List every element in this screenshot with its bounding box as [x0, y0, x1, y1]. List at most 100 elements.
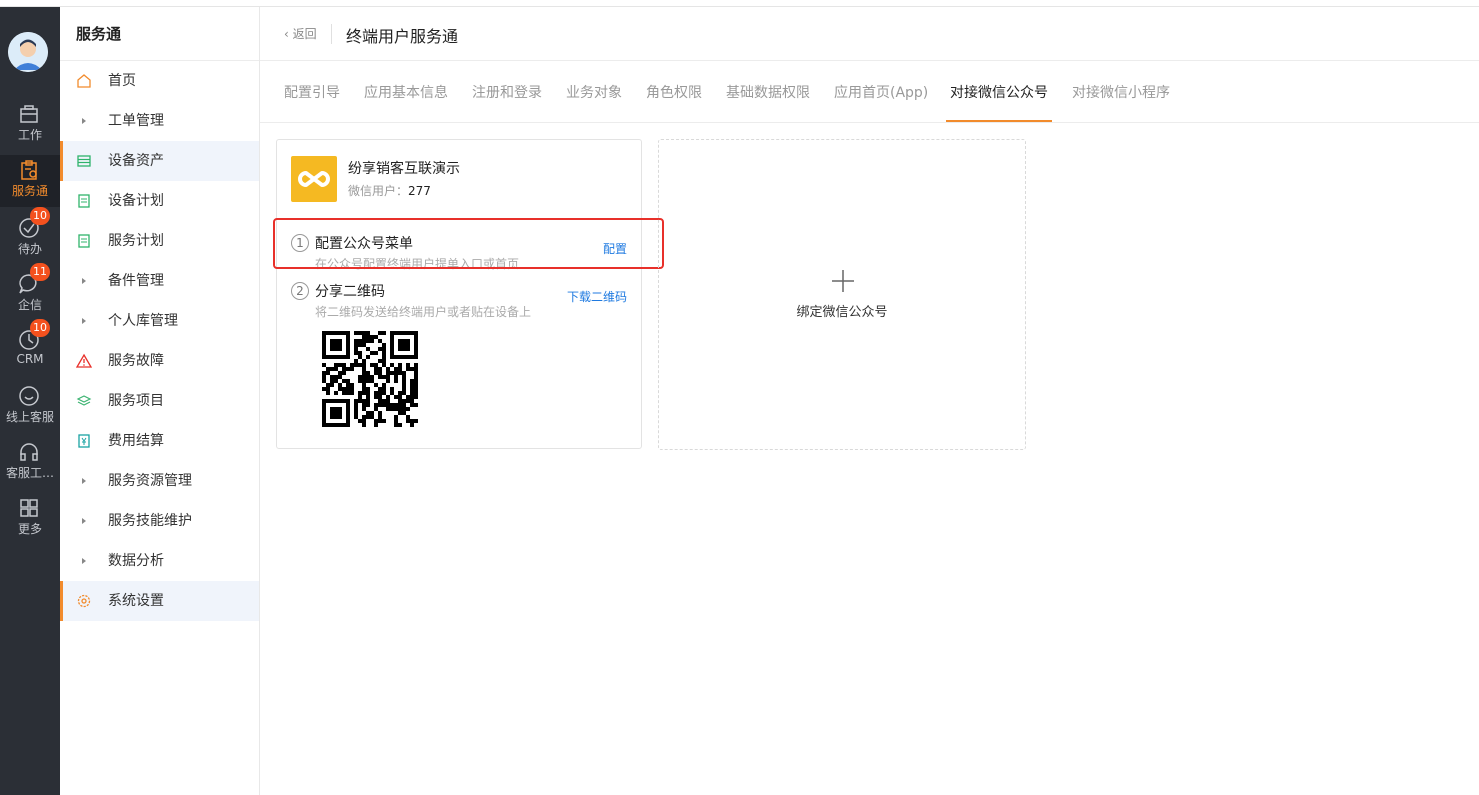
sidebar-item-label: 服务资源管理	[108, 473, 192, 489]
rail-item-label: 待办	[17, 242, 42, 256]
users-count: 277	[408, 184, 431, 198]
chevron-left-icon: ‹	[284, 27, 289, 41]
sidebar-item-label: 服务计划	[108, 233, 164, 249]
sidebar-item-service-faults[interactable]: 服务故障	[60, 341, 259, 381]
back-label: 返回	[292, 27, 317, 41]
grid-icon	[20, 499, 38, 517]
sidebar-title: 服务通	[76, 25, 122, 43]
caret-right-icon	[82, 558, 86, 564]
active-tab-indicator	[946, 120, 1052, 122]
step-2-number: 2	[291, 282, 309, 300]
step-2-description: 将二维码发送给终端用户或者贴在设备上	[315, 305, 532, 319]
tab-basic-info[interactable]: 应用基本信息	[364, 82, 448, 102]
rail-item-label: CRM	[16, 352, 44, 366]
rail-item-more[interactable]: 更多	[0, 493, 60, 545]
tab-registration-login[interactable]: 注册和登录	[472, 82, 542, 102]
caret-right-icon	[82, 478, 86, 484]
rail-item-label: 线上客服	[5, 410, 54, 424]
sidebar-item-spare-parts[interactable]: 备件管理	[60, 261, 259, 301]
rail-item-service[interactable]: 服务通	[0, 155, 60, 207]
step-2-title: 分享二维码	[315, 284, 385, 300]
todo-count-badge: 10	[30, 207, 50, 225]
caret-right-icon	[82, 518, 86, 524]
window-top-bar	[0, 0, 1479, 7]
crm-count-badge: 10	[30, 319, 50, 337]
sidebar-item-analytics[interactable]: 数据分析	[60, 541, 259, 581]
users-label: 微信用户：	[348, 184, 409, 198]
account-name: 纷享销客互联演示	[348, 161, 460, 177]
account-logo	[291, 156, 337, 202]
headset-icon	[20, 443, 38, 461]
download-qr-link[interactable]: 下载二维码	[567, 288, 627, 305]
gear-icon	[77, 594, 91, 608]
user-avatar[interactable]	[8, 32, 48, 72]
tab-wechat-official-account[interactable]: 对接微信公众号	[950, 82, 1048, 102]
sidebar-item-label: 服务技能维护	[108, 513, 192, 529]
rail-item-label: 工作	[17, 128, 42, 142]
sidebar-item-equipment[interactable]: 设备资产	[60, 141, 259, 181]
configure-menu-link[interactable]: 配置	[603, 240, 627, 257]
rail-item-label: 企信	[17, 298, 42, 312]
sidebar-item-settlement[interactable]: 费用结算	[60, 421, 259, 461]
warning-icon	[76, 353, 92, 368]
equipment-icon	[77, 155, 91, 167]
tab-data-permissions[interactable]: 基础数据权限	[726, 82, 810, 102]
header-divider	[331, 24, 332, 44]
rail-item-crm[interactable]: 10 CRM	[0, 319, 60, 377]
app-rail: 工作 服务通 10 待办 11 企信 10 CRM 线上客服 客服工… 更多	[0, 7, 60, 795]
sidebar-item-label: 费用结算	[108, 433, 164, 449]
sidebar-item-equipment-plan[interactable]: 设备计划	[60, 181, 259, 221]
sidebar-item-service-plan[interactable]: 服务计划	[60, 221, 259, 261]
briefcase-icon	[20, 105, 38, 123]
bind-official-account-button[interactable]: 绑定微信公众号	[658, 139, 1026, 450]
qr-code-image	[322, 331, 418, 427]
back-button[interactable]: ‹ 返回	[284, 25, 317, 42]
sidebar-item-service-resources[interactable]: 服务资源管理	[60, 461, 259, 501]
sidebar-item-personal-stock[interactable]: 个人库管理	[60, 301, 259, 341]
rail-item-online-service[interactable]: 线上客服	[0, 381, 60, 433]
page-header: ‹ 返回 终端用户服务通	[260, 7, 1479, 61]
sidebar-item-label: 设备资产	[108, 153, 164, 169]
sidebar-item-system-settings[interactable]: 系统设置	[60, 581, 259, 621]
module-sidebar: 服务通 首页 工单管理 设备资产 设备计划 服务计划 备件管理 个人库管理 服务…	[60, 7, 260, 795]
sidebar-item-tickets[interactable]: 工单管理	[60, 101, 259, 141]
sidebar-item-skills[interactable]: 服务技能维护	[60, 501, 259, 541]
caret-right-icon	[82, 118, 86, 124]
sidebar-item-service-projects[interactable]: 服务项目	[60, 381, 259, 421]
document-icon	[78, 234, 90, 248]
rail-item-messages[interactable]: 11 企信	[0, 263, 60, 321]
tab-business-objects[interactable]: 业务对象	[566, 82, 622, 102]
tab-role-permissions[interactable]: 角色权限	[646, 82, 702, 102]
sidebar-item-label: 工单管理	[108, 113, 164, 129]
sidebar-item-label: 设备计划	[108, 193, 164, 209]
bind-official-account-label: 绑定微信公众号	[796, 305, 888, 320]
sidebar-item-label: 首页	[108, 73, 136, 89]
rail-item-label: 客服工…	[5, 466, 54, 480]
page-title: 终端用户服务通	[346, 27, 459, 46]
sidebar-item-home[interactable]: 首页	[60, 61, 259, 101]
official-account-card: 纷享销客互联演示 微信用户：277 1 配置公众号菜单 在公众号配置终端用户提单…	[276, 139, 642, 449]
sidebar-item-label: 个人库管理	[108, 313, 178, 329]
yuan-doc-icon	[78, 434, 90, 448]
step-1-title: 配置公众号菜单	[315, 236, 413, 252]
rail-item-todo[interactable]: 10 待办	[0, 207, 60, 265]
rail-item-customer-service[interactable]: 客服工…	[0, 437, 60, 489]
sidebar-item-label: 服务项目	[108, 393, 164, 409]
step-1-description: 在公众号配置终端用户提单入口或首页	[315, 257, 520, 271]
infinity-logo-icon	[298, 171, 330, 187]
messages-count-badge: 11	[30, 263, 50, 281]
document-icon	[78, 194, 90, 208]
caret-right-icon	[82, 278, 86, 284]
account-user-count: 微信用户：277	[348, 182, 431, 199]
plus-icon	[832, 270, 854, 292]
tab-app-home[interactable]: 应用首页(App)	[834, 82, 928, 102]
tab-wechat-mini-program[interactable]: 对接微信小程序	[1072, 82, 1170, 102]
tab-guide[interactable]: 配置引导	[284, 82, 340, 102]
sidebar-item-label: 系统设置	[108, 593, 164, 609]
service-clipboard-icon	[21, 160, 37, 180]
caret-right-icon	[82, 318, 86, 324]
sidebar-item-label: 备件管理	[108, 273, 164, 289]
smile-chat-icon	[19, 386, 39, 406]
home-icon	[77, 74, 91, 88]
rail-item-work[interactable]: 工作	[0, 99, 60, 151]
